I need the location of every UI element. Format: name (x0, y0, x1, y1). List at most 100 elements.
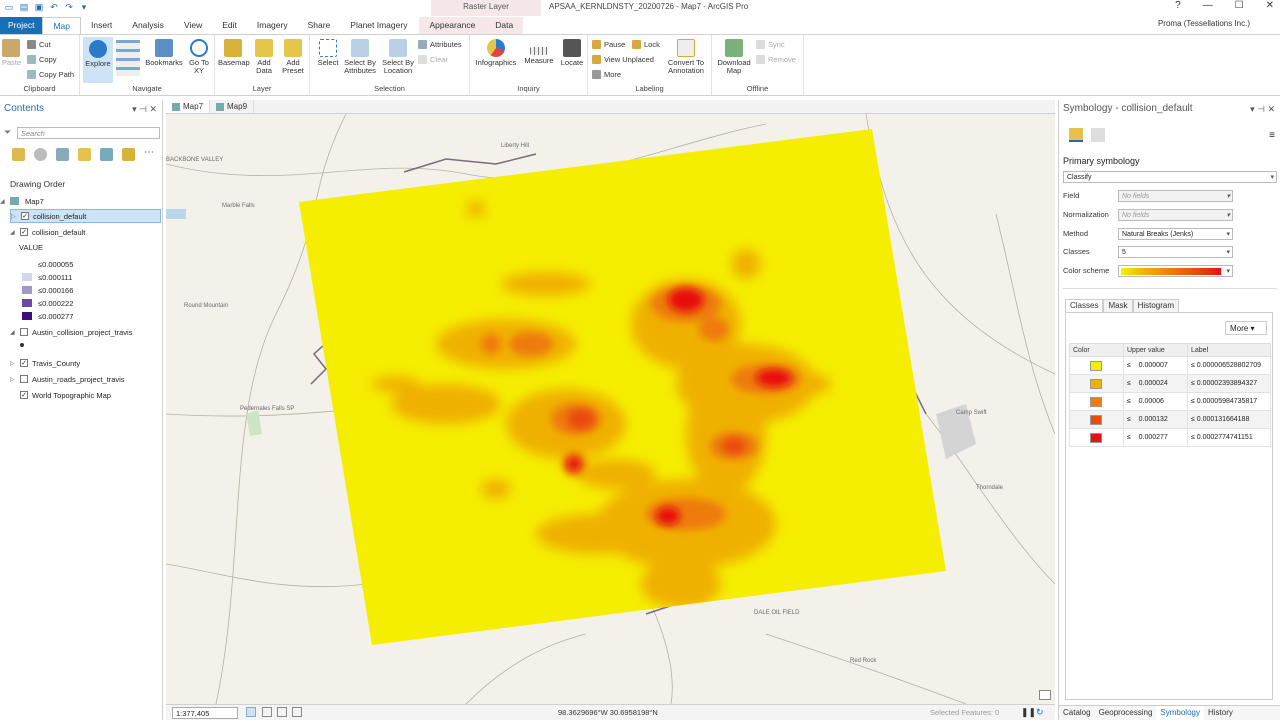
refresh-icon[interactable] (292, 707, 302, 717)
layer-collision-default-selected[interactable]: ▷ ✓ collision_default (10, 209, 161, 223)
add-preset-button[interactable]: Add Preset (279, 39, 307, 75)
scale-input[interactable]: 1:377,405 (172, 707, 238, 719)
class-upper-value[interactable]: ≤ 0.000277 (1123, 428, 1188, 447)
collapse-icon[interactable]: ▷ (10, 360, 18, 367)
class-label[interactable]: ≤ 0.00005984735817 (1187, 392, 1271, 411)
save-icon[interactable]: ▣ (34, 2, 44, 12)
locate-button[interactable]: Locate (558, 39, 586, 67)
tab-data[interactable]: Data (485, 17, 524, 34)
tab-insert[interactable]: Insert (81, 17, 122, 34)
class-label[interactable]: ≤ 0.000006528802709 (1187, 356, 1271, 375)
vary-symbology-tab-icon[interactable] (1091, 128, 1105, 142)
close-window-button[interactable]: ✕ (1266, 0, 1274, 11)
table-icon[interactable] (262, 707, 272, 717)
normalization-dropdown[interactable]: No fields (1118, 209, 1233, 221)
lock-labeling-button[interactable]: Lock (632, 40, 660, 49)
field-dropdown[interactable]: No fields (1118, 190, 1233, 202)
color-scheme-dropdown[interactable] (1118, 265, 1233, 277)
class-color-swatch[interactable] (1090, 396, 1102, 407)
tab-histogram[interactable]: Histogram (1132, 299, 1180, 313)
tab-project[interactable]: Project (0, 17, 43, 34)
download-map-button[interactable]: Download Map (714, 39, 754, 75)
select-by-location-button[interactable]: Select By Location (380, 39, 416, 75)
layer-visibility-checkbox[interactable] (20, 328, 28, 336)
class-color-cell[interactable] (1069, 392, 1124, 411)
class-upper-value[interactable]: ≤ 0.000024 (1123, 374, 1188, 393)
select-by-attributes-button[interactable]: Select By Attributes (342, 39, 378, 75)
expand-icon[interactable]: ◢ (0, 198, 8, 205)
col-label[interactable]: Label (1187, 343, 1271, 357)
add-data-button[interactable]: Add Data (251, 39, 277, 75)
class-color-cell[interactable] (1069, 410, 1124, 429)
class-label[interactable]: ≤ 0.0002774741151 (1187, 428, 1271, 447)
select-button[interactable]: Select (314, 39, 342, 67)
copy-button[interactable]: Copy (27, 55, 57, 64)
customize-icon[interactable]: ▾ (79, 2, 89, 12)
tab-map[interactable]: Map (42, 17, 82, 34)
tab-catalog[interactable]: Catalog (1059, 706, 1095, 720)
layer-austin-roads[interactable]: ▷ Austin_roads_project_travis (10, 372, 172, 386)
layer-collision-default[interactable]: ◢ ✓ collision_default (10, 225, 172, 239)
class-color-cell[interactable] (1069, 428, 1124, 447)
method-dropdown[interactable]: Natural Breaks (Jenks) (1118, 228, 1233, 240)
tab-history[interactable]: History (1204, 706, 1237, 720)
legend-item[interactable]: ≤0.000111 (22, 270, 142, 284)
paste-button[interactable]: Paste (2, 39, 21, 67)
tab-share[interactable]: Share (298, 17, 341, 34)
legend-item[interactable]: ≤0.000166 (22, 283, 142, 297)
expand-icon[interactable]: ◢ (10, 329, 18, 336)
pause-labeling-button[interactable]: Pause (592, 40, 625, 49)
filter-icon[interactable]: ⏷ (4, 127, 11, 138)
tab-view[interactable]: View (174, 17, 212, 34)
tree-map7[interactable]: ◢ Map7 (0, 194, 162, 208)
map-tab-map7[interactable]: Map7 (166, 100, 211, 113)
class-label[interactable]: ≤ 0.000131664188 (1187, 410, 1271, 429)
tab-classes[interactable]: Classes (1065, 299, 1104, 313)
class-color-swatch[interactable] (1090, 432, 1102, 443)
redo-icon[interactable]: ↷ (64, 2, 74, 12)
infographics-button[interactable]: Infographics (474, 39, 518, 67)
tab-appearance[interactable]: Appearance (419, 17, 486, 34)
collapse-icon[interactable]: ▷ (10, 376, 18, 383)
tab-imagery[interactable]: Imagery (247, 17, 298, 34)
copy-path-button[interactable]: Copy Path (27, 70, 74, 79)
measure-grid-icon[interactable] (277, 707, 287, 717)
class-row[interactable]: ≤ 0.000277 ≤ 0.0002774741151 (1069, 428, 1271, 447)
menu-icon[interactable]: ≡ (1269, 130, 1275, 141)
class-label[interactable]: ≤ 0.00002393894327 (1187, 374, 1271, 393)
class-color-swatch[interactable] (1090, 378, 1102, 389)
grid-icon[interactable] (246, 707, 256, 717)
basemap-button[interactable]: Basemap (218, 39, 250, 67)
layer-visibility-checkbox[interactable] (20, 375, 28, 383)
clear-selection-button[interactable]: Clear (418, 55, 448, 64)
list-by-editing-icon[interactable] (78, 148, 91, 161)
collapse-icon[interactable]: ▷ (11, 213, 19, 220)
remove-button[interactable]: Remove (756, 55, 796, 64)
class-color-cell[interactable] (1069, 374, 1124, 393)
undo-icon[interactable]: ↶ (49, 2, 59, 12)
classes-dropdown[interactable]: 5 (1118, 246, 1233, 258)
map-canvas[interactable]: Liberty Hill Marble Falls Round Mountain… (166, 114, 1055, 704)
layer-austin-collision[interactable]: ◢ Austin_collision_project_travis (10, 325, 172, 339)
bookmarks-button[interactable]: Bookmarks (144, 39, 184, 67)
minimize-button[interactable]: — (1203, 0, 1213, 11)
list-by-labeling-icon[interactable] (122, 148, 135, 161)
sync-button[interactable]: Sync (756, 40, 785, 49)
more-options-icon[interactable]: ⋯ (144, 148, 157, 161)
overview-icon[interactable] (1039, 690, 1051, 700)
go-to-xy-button[interactable]: Go To XY (186, 39, 212, 75)
measure-button[interactable]: Measure (522, 39, 556, 65)
layer-travis-county[interactable]: ▷ ✓ Travis_County (10, 356, 172, 370)
tab-planet-imagery[interactable]: Planet Imagery (340, 17, 417, 34)
layer-visibility-checkbox[interactable]: ✓ (20, 359, 28, 367)
list-by-snapping-icon[interactable] (100, 148, 113, 161)
primary-symbology-tab-icon[interactable] (1069, 128, 1083, 142)
pane-close-icon[interactable]: ▾ ⊣ ✕ (132, 100, 157, 118)
list-by-source-icon[interactable] (34, 148, 47, 161)
view-unplaced-button[interactable]: View Unplaced (592, 55, 654, 64)
col-upper-value[interactable]: Upper value (1123, 343, 1188, 357)
tab-symbology[interactable]: Symbology (1156, 706, 1204, 720)
cut-button[interactable]: Cut (27, 40, 51, 49)
layer-visibility-checkbox[interactable]: ✓ (20, 228, 28, 236)
renderer-dropdown[interactable]: Classify (1063, 171, 1277, 183)
